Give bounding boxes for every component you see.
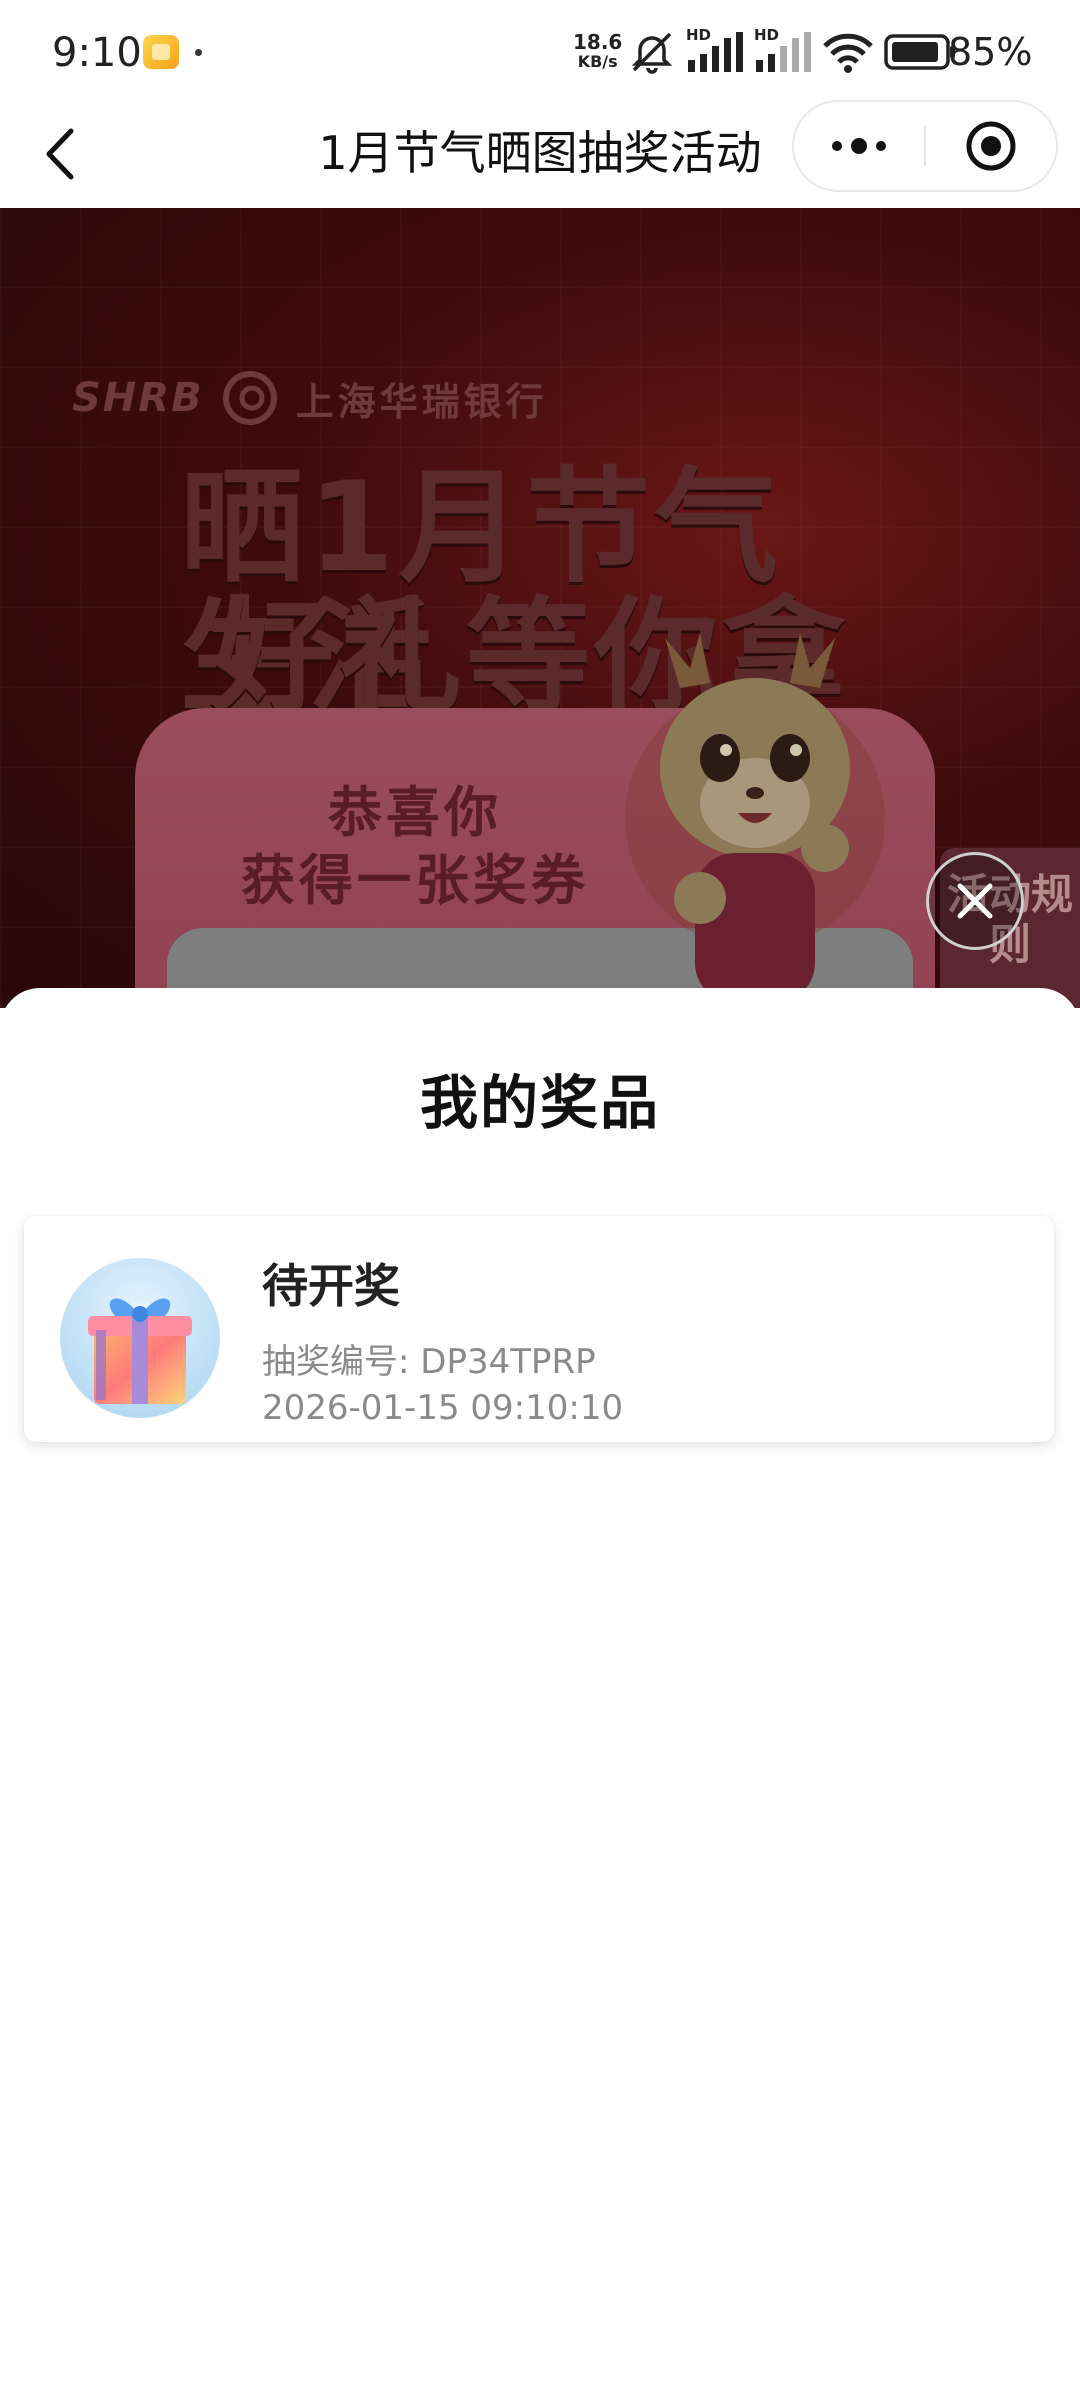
bank-code: SHRB [72, 375, 204, 421]
bank-logo: SHRB 上海华瑞银行 [72, 370, 548, 426]
target-circle-icon [966, 121, 1016, 171]
battery-percent: 85% [948, 30, 1033, 74]
close-icon [957, 883, 993, 919]
status-time: 9:10 [52, 30, 142, 76]
capsule-menu [792, 100, 1058, 192]
prize-card[interactable]: 待开奖 抽奖编号: DP34TPRP 2026-01-15 09:10:10 [24, 1216, 1054, 1442]
notification-dot-icon [195, 49, 202, 56]
my-prizes-sheet: 我的奖品 待开奖 抽奖编号: DP34TPRP 2026-01-15 09:10… [0, 988, 1080, 2400]
prize-time: 2026-01-15 09:10:10 [262, 1388, 624, 1428]
signal-strength-icon [688, 32, 743, 72]
gift-box-graphic [88, 1298, 192, 1404]
close-popup-button[interactable] [926, 852, 1024, 950]
more-dots-icon [832, 138, 886, 154]
sheet-title: 我的奖品 [419, 1069, 660, 1137]
prize-code-line: 抽奖编号: DP34TPRP [262, 1334, 596, 1383]
bank-name: 上海华瑞银行 [295, 378, 548, 424]
signal-2: HD [754, 26, 812, 74]
network-rate-value: 18.6 [573, 30, 623, 54]
network-rate: 18.6 KB/s [573, 30, 623, 71]
signal-strength-weak-icon [756, 32, 811, 72]
gift-box-icon [60, 1258, 220, 1418]
status-icons: HD HD [628, 26, 956, 76]
prize-status: 待开奖 [262, 1259, 400, 1313]
deer-mascot-icon [625, 633, 885, 1003]
back-button[interactable] [30, 120, 90, 188]
mini-program-header: 1月节气晒图抽奖活动 [0, 100, 1080, 208]
battery-icon [884, 34, 955, 70]
more-options-button[interactable] [794, 102, 924, 190]
ticket-card-line-2: 获得一张奖券 [241, 849, 589, 912]
prize-code-value: DP34TPRP [420, 1342, 596, 1382]
prize-code-label: 抽奖编号: [262, 1342, 410, 1382]
wifi-icon [823, 33, 873, 73]
page-title: 1月节气晒图抽奖活动 [318, 126, 762, 180]
bank-swirl-icon [222, 371, 277, 425]
network-rate-unit: KB/s [577, 52, 618, 71]
status-bar: 9:10 18.6 KB/s HD HD 85% [0, 0, 1080, 100]
chevron-left-icon [46, 128, 74, 180]
campaign-banner: SHRB 上海华瑞银行 晒1月节气生活 好礼等你拿 恭喜你 获得一张奖券 活动规… [0, 208, 1080, 1008]
notes-app-icon [143, 35, 179, 69]
close-miniprogram-button[interactable] [926, 102, 1056, 190]
signal-1: HD [686, 26, 744, 74]
mute-bell-icon [631, 32, 673, 74]
